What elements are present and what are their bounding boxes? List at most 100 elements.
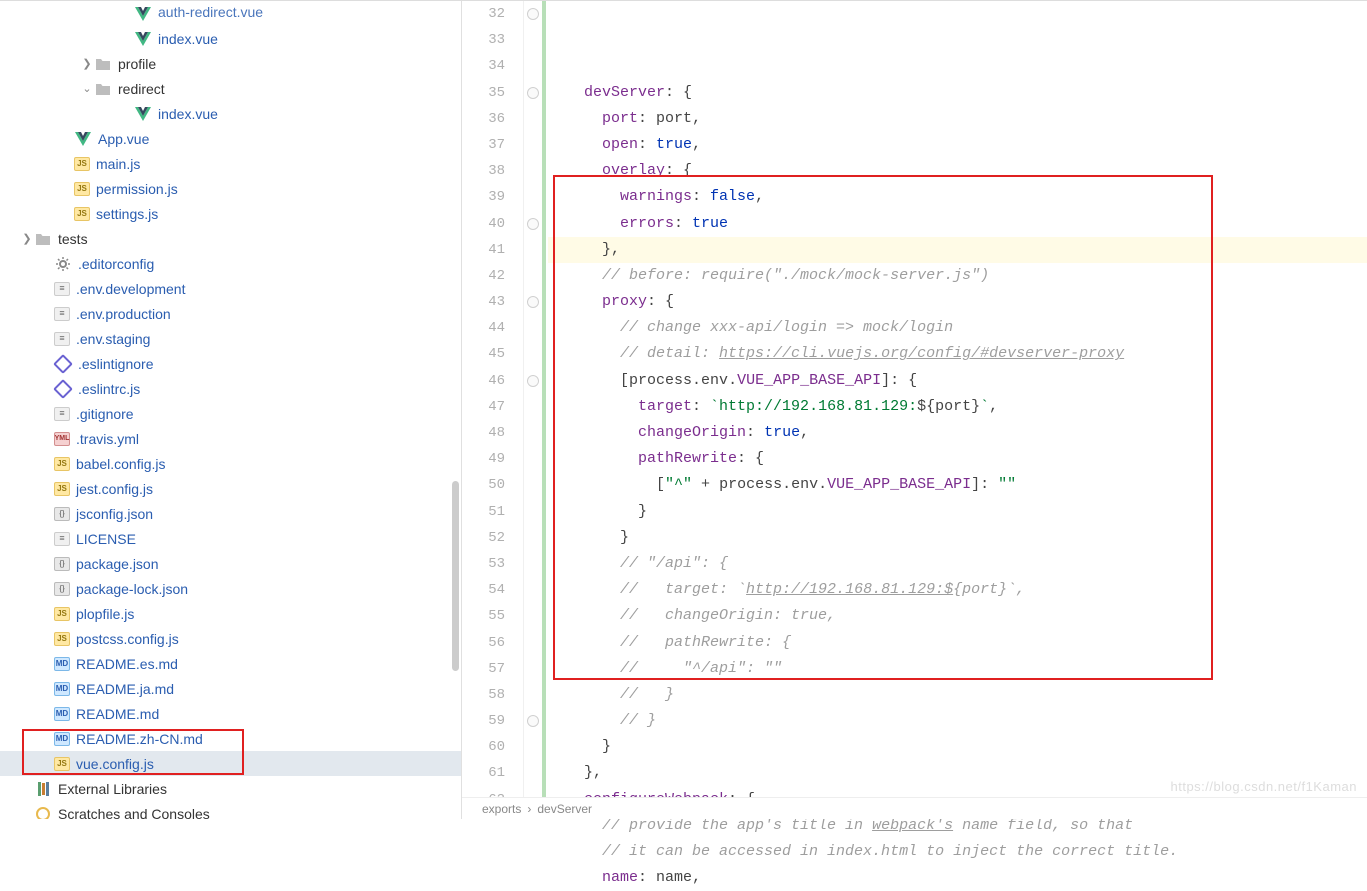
breadcrumb-bar[interactable]: exports › devServer — [462, 797, 1367, 819]
code-line[interactable]: // } — [548, 708, 1367, 734]
chevron-icon[interactable]: ⌄ — [80, 82, 94, 95]
code-line[interactable]: pathRewrite: { — [548, 446, 1367, 472]
code-line[interactable]: ["^" + process.env.VUE_APP_BASE_API]: "" — [548, 472, 1367, 498]
tree-item[interactable]: JSvue.config.js — [0, 751, 461, 776]
chevron-icon[interactable]: ❯ — [80, 57, 94, 70]
tree-item[interactable]: auth-redirect.vue — [0, 1, 461, 26]
scrollbar-thumb[interactable] — [452, 481, 459, 671]
code-line[interactable]: } — [548, 499, 1367, 525]
js-file-icon: JS — [54, 632, 70, 646]
line-number: 52 — [462, 525, 505, 551]
fold-toggle[interactable] — [527, 375, 539, 387]
tree-item[interactable]: MDREADME.md — [0, 701, 461, 726]
tree-item[interactable]: JSpostcss.config.js — [0, 626, 461, 651]
line-number: 36 — [462, 106, 505, 132]
tree-item[interactable]: ≡.env.production — [0, 301, 461, 326]
tree-item[interactable]: App.vue — [0, 126, 461, 151]
tree-item[interactable]: .eslintrc.js — [0, 376, 461, 401]
tree-item-label: External Libraries — [58, 781, 167, 797]
code-line[interactable]: changeOrigin: true, — [548, 420, 1367, 446]
code-editor[interactable]: 3233343536373839404142434445464748495051… — [462, 1, 1367, 819]
code-line[interactable]: port: port, — [548, 106, 1367, 132]
tree-item[interactable]: YML.travis.yml — [0, 426, 461, 451]
tree-item-label: .env.staging — [76, 331, 150, 347]
code-line[interactable]: // changeOrigin: true, — [548, 603, 1367, 629]
code-line[interactable]: warnings: false, — [548, 184, 1367, 210]
tree-item[interactable]: External Libraries — [0, 776, 461, 801]
code-line[interactable]: target: `http://192.168.81.129:${port}`, — [548, 394, 1367, 420]
tree-item-label: .env.development — [76, 281, 185, 297]
fold-toggle[interactable] — [527, 715, 539, 727]
code-line[interactable]: open: true, — [548, 132, 1367, 158]
js-file-icon: JS — [54, 757, 70, 771]
line-number: 39 — [462, 184, 505, 210]
tree-item[interactable]: JSbabel.config.js — [0, 451, 461, 476]
tree-item[interactable]: JSpermission.js — [0, 176, 461, 201]
tree-item-label: package-lock.json — [76, 581, 188, 597]
line-number: 47 — [462, 394, 505, 420]
fold-toggle[interactable] — [527, 87, 539, 99]
tree-item[interactable]: ≡.env.development — [0, 276, 461, 301]
code-line[interactable]: errors: true — [548, 211, 1367, 237]
tree-item[interactable]: index.vue — [0, 26, 461, 51]
tree-item[interactable]: Scratches and Consoles — [0, 801, 461, 819]
tree-item-label: index.vue — [158, 31, 218, 47]
fold-toggle[interactable] — [527, 8, 539, 20]
line-number: 34 — [462, 53, 505, 79]
sidebar-scrollbar[interactable] — [451, 481, 461, 781]
code-line[interactable]: // change xxx-api/login => mock/login — [548, 315, 1367, 341]
eslint-icon — [54, 355, 72, 373]
tree-item-label: settings.js — [96, 206, 158, 222]
yaml-file-icon: YML — [54, 432, 70, 446]
code-line[interactable]: // "/api": { — [548, 551, 1367, 577]
chevron-icon[interactable]: ❯ — [20, 232, 34, 245]
tree-item[interactable]: MDREADME.zh-CN.md — [0, 726, 461, 751]
code-line[interactable]: overlay: { — [548, 158, 1367, 184]
fold-toggle[interactable] — [527, 218, 539, 230]
folder-icon — [34, 230, 52, 248]
breadcrumb-item[interactable]: exports — [482, 802, 521, 816]
code-line[interactable]: } — [548, 734, 1367, 760]
code-line[interactable]: // detail: https://cli.vuejs.org/config/… — [548, 341, 1367, 367]
js-file-icon: JS — [74, 157, 90, 171]
fold-toggle[interactable] — [527, 296, 539, 308]
text-file-icon: ≡ — [54, 307, 70, 321]
code-area[interactable]: devServer: { port: port, open: true, ove… — [544, 1, 1367, 819]
tree-item[interactable]: MDREADME.es.md — [0, 651, 461, 676]
tree-item[interactable]: MDREADME.ja.md — [0, 676, 461, 701]
code-line[interactable]: devServer: { — [548, 80, 1367, 106]
code-line[interactable]: // "^/api": "" — [548, 656, 1367, 682]
tree-item[interactable]: .editorconfig — [0, 251, 461, 276]
code-line[interactable]: // } — [548, 682, 1367, 708]
code-line[interactable]: // pathRewrite: { — [548, 630, 1367, 656]
fold-column[interactable] — [524, 1, 544, 819]
tree-item[interactable]: {}package.json — [0, 551, 461, 576]
code-line[interactable]: [process.env.VUE_APP_BASE_API]: { — [548, 368, 1367, 394]
tree-item[interactable]: JSplopfile.js — [0, 601, 461, 626]
breadcrumb-item[interactable]: devServer — [537, 802, 592, 816]
tree-item[interactable]: ≡LICENSE — [0, 526, 461, 551]
code-line[interactable]: // it can be accessed in index.html to i… — [548, 839, 1367, 865]
code-line[interactable]: }, — [548, 237, 1367, 263]
code-line[interactable]: // target: `http://192.168.81.129:${port… — [548, 577, 1367, 603]
tree-item[interactable]: ❯profile — [0, 51, 461, 76]
tree-item[interactable]: {}package-lock.json — [0, 576, 461, 601]
tree-item[interactable]: JSmain.js — [0, 151, 461, 176]
line-number: 44 — [462, 315, 505, 341]
tree-item[interactable]: ≡.env.staging — [0, 326, 461, 351]
tree-item[interactable]: ⌄redirect — [0, 76, 461, 101]
project-tree[interactable]: auth-redirect.vue index.vue ❯profile⌄redir… — [0, 1, 461, 819]
text-file-icon: ≡ — [54, 407, 70, 421]
tree-item[interactable]: index.vue — [0, 101, 461, 126]
tree-item[interactable]: JSsettings.js — [0, 201, 461, 226]
tree-item[interactable]: JSjest.config.js — [0, 476, 461, 501]
code-line[interactable]: } — [548, 525, 1367, 551]
tree-item[interactable]: ❯tests — [0, 226, 461, 251]
tree-item[interactable]: {}jsconfig.json — [0, 501, 461, 526]
tree-item-label: jest.config.js — [76, 481, 153, 497]
tree-item[interactable]: .eslintignore — [0, 351, 461, 376]
code-line[interactable]: name: name, — [548, 865, 1367, 891]
code-line[interactable]: // before: require("./mock/mock-server.j… — [548, 263, 1367, 289]
tree-item[interactable]: ≡.gitignore — [0, 401, 461, 426]
code-line[interactable]: proxy: { — [548, 289, 1367, 315]
